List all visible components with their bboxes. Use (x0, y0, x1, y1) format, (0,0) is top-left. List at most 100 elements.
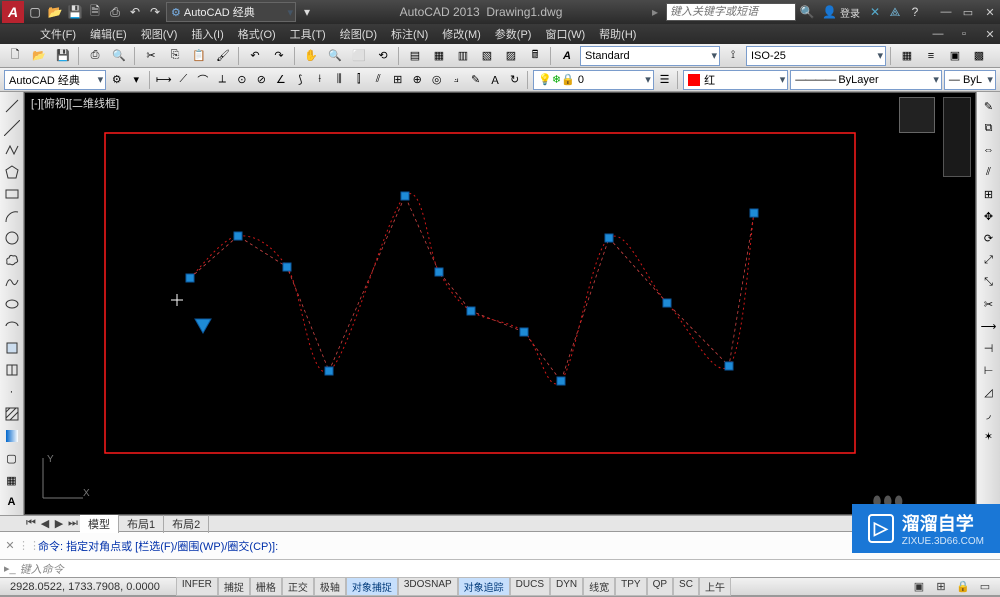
arc-icon[interactable] (2, 206, 22, 226)
status-model-icon[interactable]: ▣ (908, 577, 930, 597)
status-toggle-对象捕捉[interactable]: 对象捕捉 (346, 577, 398, 596)
xline-icon[interactable] (2, 118, 22, 138)
dim-jog-icon[interactable]: ⟆ (292, 70, 309, 90)
menu-view[interactable]: 视图(V) (137, 24, 182, 44)
close-button[interactable]: ✕ (980, 4, 1000, 20)
coords-readout[interactable]: 2928.0522, 1733.7908, 0.0000 (4, 581, 166, 593)
preview-icon[interactable]: 🔍 (108, 46, 130, 66)
rotate-icon[interactable]: ⟳ (979, 228, 999, 248)
mirror-icon[interactable]: ⇔ (979, 140, 999, 160)
ellipse-icon[interactable] (2, 294, 22, 314)
color-combo[interactable]: 红 (683, 70, 788, 90)
dim-ord-icon[interactable]: ⟂ (214, 70, 231, 90)
ssm-icon[interactable]: ▧ (476, 46, 498, 66)
dim-break-icon[interactable]: ⫽ (369, 70, 386, 90)
dim-tol-icon[interactable]: ⊞ (389, 70, 406, 90)
pan-icon[interactable]: ✋ (300, 46, 322, 66)
dim-update-icon[interactable]: ↻ (506, 70, 523, 90)
hatch-icon[interactable] (2, 404, 22, 424)
menu-dimension[interactable]: 标注(N) (387, 24, 432, 44)
status-toggle-ducs[interactable]: DUCS (510, 577, 550, 596)
ws-settings-icon[interactable]: ⚙ (108, 70, 125, 90)
scale-icon[interactable]: ⤢ (979, 250, 999, 270)
exchange-icon[interactable]: ✕ (866, 3, 884, 21)
dim-base-icon[interactable]: ⟊ (311, 70, 328, 90)
cut-icon[interactable]: ✂ (140, 46, 162, 66)
status-toggle-线宽[interactable]: 线宽 (583, 577, 615, 596)
menu-format[interactable]: 格式(O) (234, 24, 280, 44)
menu-tools[interactable]: 工具(T) (286, 24, 330, 44)
dimstyle-icon[interactable]: ⟟ (722, 46, 744, 66)
calc-icon[interactable]: 🖩 (524, 46, 546, 66)
offset-icon[interactable]: ⫽ (979, 162, 999, 182)
hatch-tool-icon[interactable]: ▩ (968, 46, 990, 66)
status-toggle-3dosnap[interactable]: 3DOSNAP (398, 577, 458, 596)
qat-open-icon[interactable]: 📂 (46, 3, 64, 21)
help-icon[interactable]: ? (906, 3, 924, 21)
menu-param[interactable]: 参数(P) (491, 24, 536, 44)
status-toggle-dyn[interactable]: DYN (550, 577, 583, 596)
dim-jogline-icon[interactable]: ⟓ (447, 70, 464, 90)
dc-icon[interactable]: ▦ (428, 46, 450, 66)
menu-modify[interactable]: 修改(M) (438, 24, 485, 44)
status-toggle-上午[interactable]: 上午 (699, 577, 731, 596)
status-toggle-sc[interactable]: SC (673, 577, 699, 596)
tab-layout1[interactable]: 布局1 (119, 515, 164, 533)
break-icon[interactable]: ⊣ (979, 338, 999, 358)
cmd-close-icon[interactable]: ✕ (2, 539, 18, 552)
minimize-button[interactable]: — (936, 4, 956, 20)
mtext-icon[interactable]: A (2, 492, 22, 512)
stretch-icon[interactable]: ⤡ (979, 272, 999, 292)
redo-icon[interactable]: ↷ (268, 46, 290, 66)
search-input[interactable] (666, 3, 796, 21)
dim-aligned-icon[interactable]: ⟋ (175, 70, 192, 90)
qat-saveas-icon[interactable]: 🗎 (86, 3, 104, 21)
doc-close[interactable]: ✕ (980, 26, 1000, 42)
status-toggle-infer[interactable]: INFER (176, 577, 218, 596)
spline-icon[interactable] (2, 272, 22, 292)
layer-props-icon[interactable]: ☰ (656, 70, 673, 90)
qat-plot-icon[interactable]: ⎙ (106, 3, 124, 21)
undo-icon[interactable]: ↶ (244, 46, 266, 66)
menu-help[interactable]: 帮助(H) (595, 24, 640, 44)
textstyle-icon[interactable]: A (556, 46, 578, 66)
status-toggle-栅格[interactable]: 栅格 (250, 577, 282, 596)
status-toggle-tpy[interactable]: TPY (615, 577, 646, 596)
block-icon[interactable]: ▣ (944, 46, 966, 66)
paste-icon[interactable]: 📋 (188, 46, 210, 66)
save-icon[interactable]: 💾 (52, 46, 74, 66)
point-icon[interactable]: · (2, 382, 22, 402)
qat-dropdown-icon[interactable]: ▾ (298, 3, 316, 21)
join-icon[interactable]: ⊢ (979, 360, 999, 380)
textstyle-combo[interactable]: Standard (580, 46, 720, 66)
dim-edit-icon[interactable]: ✎ (467, 70, 484, 90)
dim-cmark-icon[interactable]: ⊕ (408, 70, 425, 90)
match-icon[interactable]: 🖌 (212, 46, 234, 66)
status-toggle-极轴[interactable]: 极轴 (314, 577, 346, 596)
chamfer-icon[interactable]: ◿ (979, 382, 999, 402)
erase-icon[interactable]: ✎ (979, 96, 999, 116)
polygon-icon[interactable] (2, 162, 22, 182)
ellipsearc-icon[interactable] (2, 316, 22, 336)
region-icon[interactable]: ▢ (2, 448, 22, 468)
qat-workspace-combo[interactable]: ⚙AutoCAD 经典 (166, 2, 296, 22)
menu-insert[interactable]: 插入(I) (187, 24, 227, 44)
lineweight-combo[interactable]: — ByL (944, 70, 996, 90)
maximize-button[interactable]: ▭ (958, 4, 978, 20)
dim-ang-icon[interactable]: ∠ (272, 70, 289, 90)
explode-icon[interactable]: ✶ (979, 426, 999, 446)
circle-icon[interactable] (2, 228, 22, 248)
dim-rad-icon[interactable]: ⊙ (233, 70, 250, 90)
makeblk-icon[interactable] (2, 360, 22, 380)
status-toggle-对象追踪[interactable]: 对象追踪 (458, 577, 510, 596)
open-icon[interactable]: 📂 (28, 46, 50, 66)
status-grid-icon[interactable]: ⊞ (930, 577, 952, 597)
workspace-combo[interactable]: AutoCAD 经典 (4, 70, 106, 90)
drawing-canvas[interactable]: [-][俯视][二维线框] YX ⬮⬮⬮ (24, 92, 976, 515)
navbar-icon[interactable] (943, 97, 971, 177)
tab-next-icon[interactable]: ▶ (52, 517, 66, 530)
status-toggle-捕捉[interactable]: 捕捉 (218, 577, 250, 596)
doc-minimize[interactable]: — (928, 26, 948, 42)
copy-icon[interactable]: ⎘ (164, 46, 186, 66)
login-icon[interactable]: 👤 登录 (818, 3, 864, 21)
